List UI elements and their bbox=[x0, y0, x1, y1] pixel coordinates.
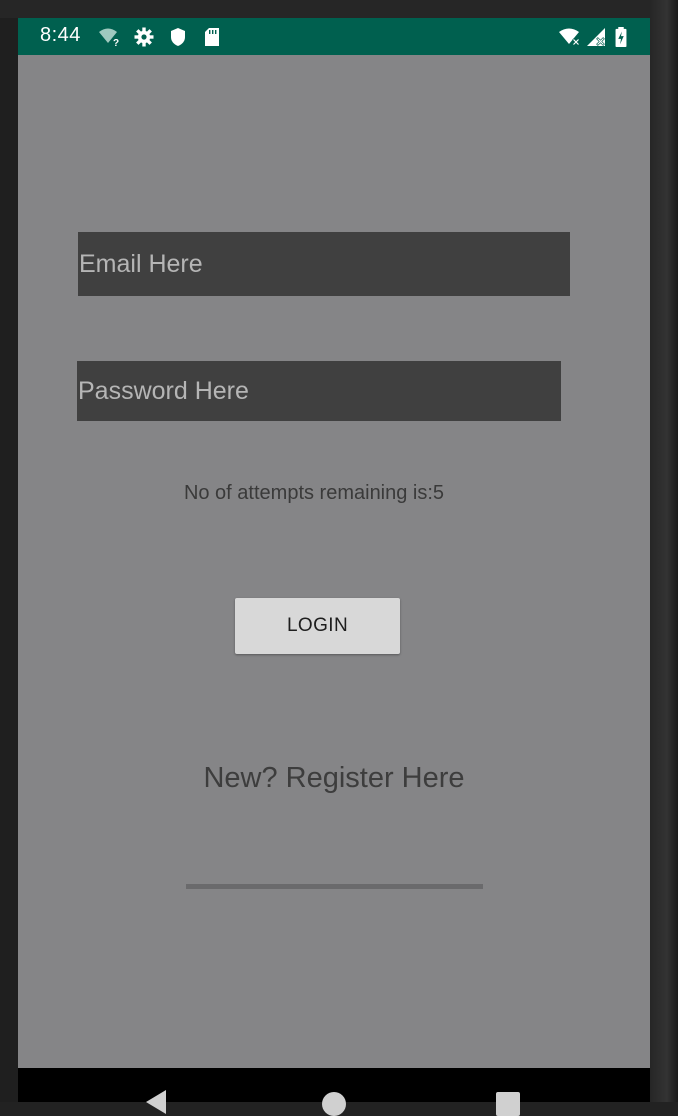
password-field[interactable] bbox=[77, 361, 561, 421]
recents-icon[interactable] bbox=[496, 1092, 520, 1116]
back-icon[interactable] bbox=[146, 1090, 166, 1114]
status-bar: 8:44 ? bbox=[18, 18, 650, 55]
navigation-bar bbox=[18, 1068, 650, 1116]
phone-screen: 8:44 ? Email Here No of attempts remaini… bbox=[18, 18, 650, 1068]
login-form: No of attempts remaining is:5 LOGIN New?… bbox=[18, 55, 650, 1068]
svg-text:?: ? bbox=[113, 38, 119, 47]
home-icon[interactable] bbox=[322, 1092, 346, 1116]
battery-charging-icon bbox=[615, 27, 627, 47]
wifi-unknown-icon: ? bbox=[99, 28, 119, 47]
progress-bar bbox=[186, 884, 483, 889]
status-time: 8:44 bbox=[40, 24, 81, 46]
device-bezel-top bbox=[0, 0, 678, 18]
device-frame: 8:44 ? Email Here No of attempts remaini… bbox=[0, 0, 678, 1116]
email-field[interactable] bbox=[78, 232, 570, 296]
progress-bar-fill bbox=[186, 884, 483, 889]
login-button[interactable]: LOGIN bbox=[235, 598, 400, 654]
shield-icon bbox=[171, 28, 185, 46]
attempts-remaining-text: No of attempts remaining is:5 bbox=[183, 482, 445, 504]
settings-gear-icon bbox=[134, 27, 154, 47]
device-bezel-right bbox=[650, 0, 678, 1102]
wifi-no-internet-icon bbox=[559, 28, 580, 46]
sd-card-icon bbox=[205, 28, 219, 46]
cell-signal-no-data-icon bbox=[587, 28, 605, 46]
register-link[interactable]: New? Register Here bbox=[18, 762, 650, 795]
